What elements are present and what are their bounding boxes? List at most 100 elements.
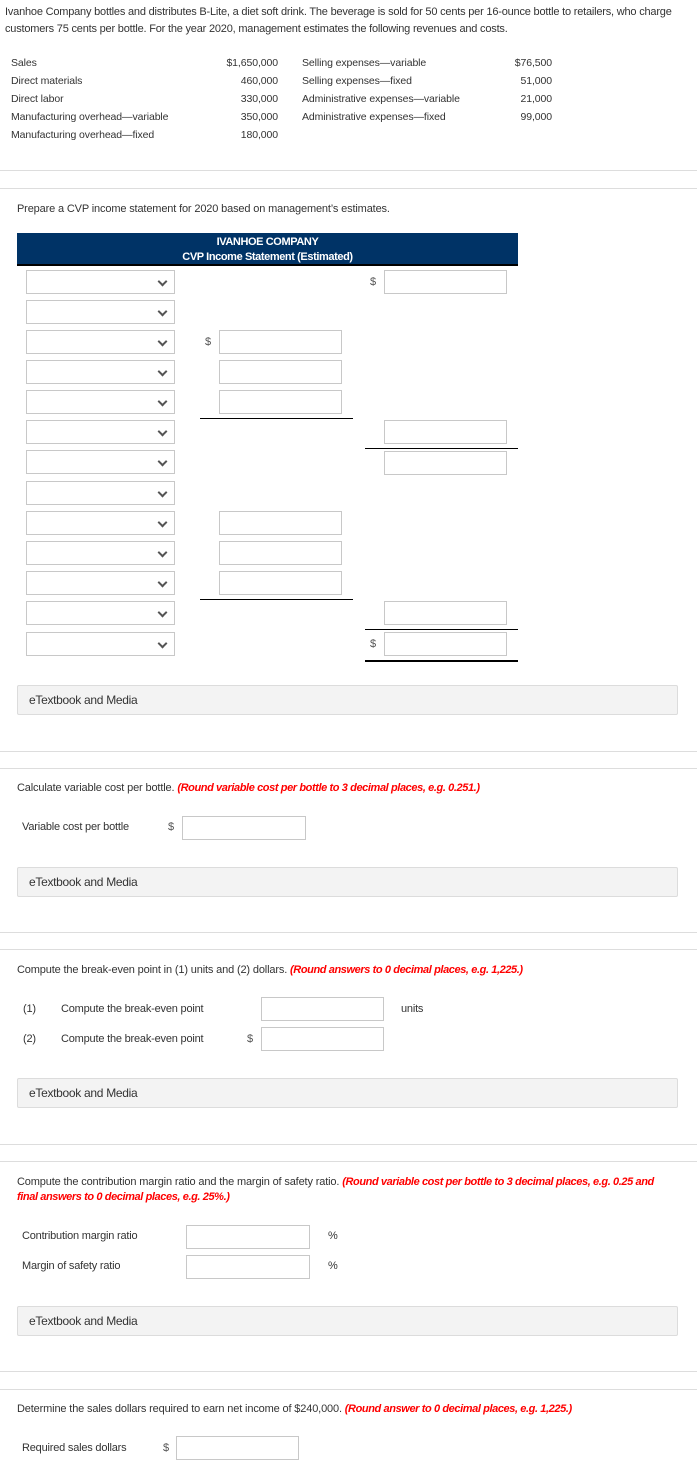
- given-row: Manufacturing overhead—fixed 180,000: [0, 126, 697, 144]
- total-variable-expenses-input[interactable]: [384, 420, 507, 444]
- line-item-select[interactable]: [26, 420, 175, 444]
- contribution-margin-ratio-label: Contribution margin ratio: [22, 1230, 138, 1242]
- section-divider: [0, 1144, 697, 1145]
- line-item-select[interactable]: [26, 511, 175, 535]
- percent-suffix: %: [328, 1260, 338, 1272]
- required-sales-label: Required sales dollars: [22, 1442, 127, 1454]
- given-label: Selling expenses—fixed: [302, 75, 412, 87]
- margin-of-safety-ratio-label: Margin of safety ratio: [22, 1260, 121, 1272]
- line-item-select[interactable]: [26, 360, 175, 384]
- currency-symbol: $: [247, 1033, 254, 1045]
- section-divider: [0, 1371, 697, 1372]
- total-double-underline: [365, 660, 518, 662]
- line-item-select[interactable]: [26, 481, 175, 505]
- etextbook-media-link[interactable]: eTextbook and Media: [17, 685, 678, 715]
- sales-amount-input[interactable]: [384, 270, 507, 294]
- etextbook-media-link[interactable]: eTextbook and Media: [17, 1078, 678, 1108]
- row-number: (1): [23, 1003, 36, 1015]
- chevron-down-icon: [157, 456, 168, 467]
- break-even-dollars-label: Compute the break-even point: [61, 1033, 204, 1045]
- chevron-down-icon: [157, 276, 168, 287]
- line-item-select[interactable]: [26, 330, 175, 354]
- contribution-margin-ratio-input[interactable]: [186, 1225, 310, 1249]
- statement-company: IVANHOE COMPANY: [216, 236, 319, 248]
- line-item-select[interactable]: [26, 632, 175, 656]
- given-row: Direct labor 330,000 Administrative expe…: [0, 90, 697, 108]
- given-label: Administrative expenses—variable: [302, 93, 460, 105]
- total-fixed-expenses-input[interactable]: [384, 601, 507, 625]
- contribution-margin-input[interactable]: [384, 451, 507, 475]
- section-divider: [0, 170, 697, 171]
- given-value: 330,000: [240, 93, 278, 105]
- currency-symbol: $: [205, 336, 212, 348]
- currency-symbol: $: [370, 638, 377, 650]
- fixed-expense-input[interactable]: [219, 571, 342, 595]
- chevron-down-icon: [157, 638, 168, 649]
- variable-cost-input[interactable]: [182, 816, 306, 840]
- question-variable-cost: Calculate variable cost per bottle. (Rou…: [17, 782, 480, 794]
- given-row: Direct materials 460,000 Selling expense…: [0, 72, 697, 90]
- given-value: 180,000: [240, 129, 278, 141]
- net-income-input[interactable]: [384, 632, 507, 656]
- question-text: Compute the contribution margin ratio an…: [17, 1176, 340, 1188]
- question-break-even: Compute the break-even point in (1) unit…: [17, 964, 523, 976]
- line-item-select[interactable]: [26, 390, 175, 414]
- chevron-down-icon: [157, 426, 168, 437]
- etextbook-media-link[interactable]: eTextbook and Media: [17, 867, 678, 897]
- chevron-down-icon: [157, 306, 168, 317]
- subtotal-underline: [200, 599, 353, 600]
- line-item-select[interactable]: [26, 300, 175, 324]
- question-cvp-statement: Prepare a CVP income statement for 2020 …: [17, 203, 390, 215]
- chevron-down-icon: [157, 577, 168, 588]
- section-divider: [0, 949, 697, 950]
- given-row: Sales $1,650,000 Selling expenses—variab…: [0, 54, 697, 72]
- fixed-expense-input[interactable]: [219, 541, 342, 565]
- line-item-select[interactable]: [26, 450, 175, 474]
- section-divider: [0, 932, 697, 933]
- variable-expense-input[interactable]: [219, 390, 342, 414]
- subtotal-underline: [365, 448, 518, 449]
- line-item-select[interactable]: [26, 541, 175, 565]
- line-item-select[interactable]: [26, 270, 175, 294]
- given-value: 350,000: [240, 111, 278, 123]
- required-sales-input[interactable]: [176, 1436, 299, 1460]
- variable-expense-input[interactable]: [219, 360, 342, 384]
- currency-symbol: $: [168, 821, 175, 833]
- rounding-instruction: (Round answer to 0 decimal places, e.g. …: [344, 1403, 572, 1415]
- currency-symbol: $: [163, 1442, 170, 1454]
- etextbook-media-link[interactable]: eTextbook and Media: [17, 1306, 678, 1336]
- given-data-table: Sales $1,650,000 Selling expenses—variab…: [0, 54, 697, 144]
- question-text: Determine the sales dollars required to …: [17, 1403, 342, 1415]
- fixed-expense-input[interactable]: [219, 511, 342, 535]
- section-divider: [0, 188, 697, 189]
- section-divider: [0, 751, 697, 752]
- section-divider: [0, 1161, 697, 1162]
- break-even-units-input[interactable]: [261, 997, 384, 1021]
- percent-suffix: %: [328, 1230, 338, 1242]
- question-required-sales: Determine the sales dollars required to …: [17, 1403, 572, 1415]
- given-value: $1,650,000: [226, 57, 278, 69]
- margin-of-safety-ratio-input[interactable]: [186, 1255, 310, 1279]
- subtotal-underline: [365, 629, 518, 630]
- line-item-select[interactable]: [26, 571, 175, 595]
- chevron-down-icon: [157, 366, 168, 377]
- given-value: 460,000: [240, 75, 278, 87]
- chevron-down-icon: [157, 607, 168, 618]
- section-divider: [0, 1389, 697, 1390]
- given-label: Selling expenses—variable: [302, 57, 427, 69]
- chevron-down-icon: [157, 336, 168, 347]
- subtotal-underline: [200, 418, 353, 419]
- currency-symbol: $: [370, 276, 377, 288]
- variable-cost-label: Variable cost per bottle: [22, 821, 129, 833]
- given-label: Manufacturing overhead—fixed: [11, 129, 155, 141]
- break-even-dollars-input[interactable]: [261, 1027, 384, 1051]
- variable-expense-input[interactable]: [219, 330, 342, 354]
- question-text: Calculate variable cost per bottle.: [17, 782, 175, 794]
- question-text: Compute the break-even point in (1) unit…: [17, 964, 288, 976]
- line-item-select[interactable]: [26, 601, 175, 625]
- given-label: Sales: [11, 57, 37, 69]
- chevron-down-icon: [157, 487, 168, 498]
- given-label: Administrative expenses—fixed: [302, 111, 446, 123]
- statement-header: IVANHOE COMPANY CVP Income Statement (Es…: [17, 233, 518, 266]
- row-number: (2): [23, 1033, 36, 1045]
